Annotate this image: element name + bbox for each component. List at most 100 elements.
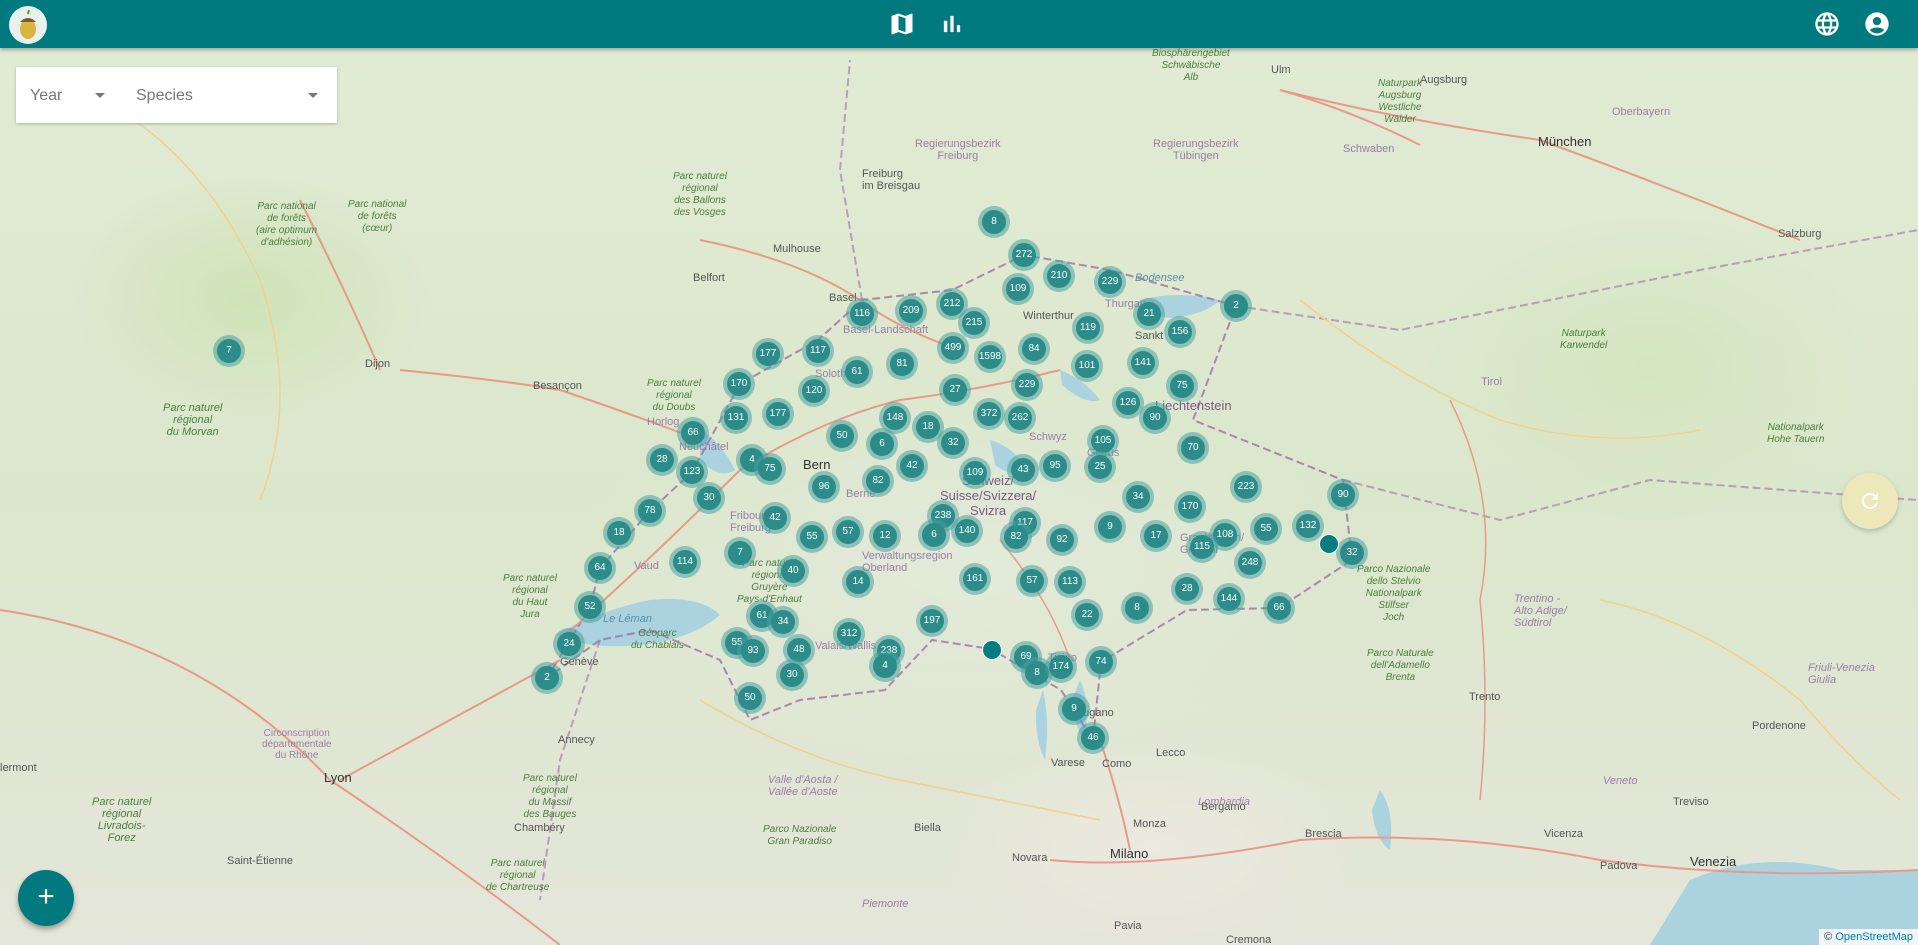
observation-cluster[interactable]: 96: [812, 475, 836, 499]
observation-cluster[interactable]: 132: [1296, 514, 1320, 538]
observation-cluster[interactable]: 82: [1004, 525, 1028, 549]
observation-cluster[interactable]: 109: [963, 461, 987, 485]
observation-cluster[interactable]: 81: [890, 352, 914, 376]
observation-cluster[interactable]: 70: [1181, 436, 1205, 460]
bar-chart-icon[interactable]: [938, 10, 966, 38]
observation-cluster[interactable]: 229: [1015, 373, 1039, 397]
observation-cluster[interactable]: 215: [962, 311, 986, 335]
observation-cluster[interactable]: 223: [1234, 475, 1258, 499]
observation-cluster[interactable]: 7: [217, 339, 241, 363]
osm-link[interactable]: OpenStreetMap: [1835, 931, 1913, 943]
observation-cluster[interactable]: 4: [873, 654, 897, 678]
observation-cluster[interactable]: 40: [781, 559, 805, 583]
observation-cluster[interactable]: 28: [1175, 577, 1199, 601]
observation-cluster[interactable]: 90: [1331, 483, 1355, 507]
year-select[interactable]: Year: [16, 67, 121, 123]
observation-cluster[interactable]: 140: [955, 519, 979, 543]
observation-cluster[interactable]: 74: [1089, 650, 1113, 674]
observation-cluster[interactable]: 50: [738, 686, 762, 710]
observation-cluster[interactable]: 57: [1020, 569, 1044, 593]
observation-cluster[interactable]: 78: [638, 499, 662, 523]
account-circle-icon[interactable]: [1863, 10, 1891, 38]
globe-icon[interactable]: [1813, 10, 1841, 38]
observation-cluster[interactable]: 25: [1088, 455, 1112, 479]
observation-cluster[interactable]: 113: [1058, 570, 1082, 594]
observation-cluster[interactable]: 312: [837, 622, 861, 646]
observation-cluster[interactable]: 126: [1116, 391, 1140, 415]
observation-cluster[interactable]: 48: [787, 638, 811, 662]
add-observation-button[interactable]: +: [18, 870, 74, 926]
observation-cluster[interactable]: 8: [1125, 596, 1149, 620]
observation-cluster[interactable]: 7: [728, 541, 752, 565]
observation-cluster[interactable]: 57: [836, 520, 860, 544]
observation-cluster[interactable]: 177: [756, 342, 780, 366]
observation-cluster[interactable]: 8: [1025, 661, 1049, 685]
observation-cluster[interactable]: 9: [1098, 515, 1122, 539]
observation-cluster[interactable]: 50: [830, 424, 854, 448]
observation-cluster[interactable]: 229: [1098, 270, 1122, 294]
observation-cluster[interactable]: 148: [883, 406, 907, 430]
observation-cluster[interactable]: 212: [940, 292, 964, 316]
observation-cluster[interactable]: 2: [1224, 294, 1248, 318]
observation-cluster[interactable]: 66: [1267, 596, 1291, 620]
observation-cluster[interactable]: 9: [1062, 697, 1086, 721]
observation-cluster[interactable]: 93: [741, 639, 765, 663]
observation-cluster[interactable]: 32: [1340, 541, 1364, 565]
observation-cluster[interactable]: 55: [800, 525, 824, 549]
observation-cluster[interactable]: 64: [588, 556, 612, 580]
observation-cluster[interactable]: 170: [727, 372, 751, 396]
observation-cluster[interactable]: 18: [607, 521, 631, 545]
observation-cluster[interactable]: 109: [1006, 277, 1030, 301]
observation-cluster[interactable]: 2: [535, 666, 559, 690]
observation-cluster[interactable]: 75: [1170, 374, 1194, 398]
observation-cluster[interactable]: 14: [846, 570, 870, 594]
observation-cluster[interactable]: 55: [1254, 517, 1278, 541]
observation-cluster[interactable]: 28: [650, 448, 674, 472]
observation-marker[interactable]: [982, 640, 1002, 660]
observation-marker[interactable]: [1319, 534, 1339, 554]
observation-cluster[interactable]: 17: [1144, 524, 1168, 548]
observation-cluster[interactable]: 123: [680, 460, 704, 484]
observation-cluster[interactable]: 43: [1011, 458, 1035, 482]
observation-cluster[interactable]: 27: [943, 378, 967, 402]
observation-cluster[interactable]: 116: [850, 302, 874, 326]
observation-cluster[interactable]: 46: [1081, 726, 1105, 750]
observation-cluster[interactable]: 52: [578, 595, 602, 619]
observation-cluster[interactable]: 197: [920, 609, 944, 633]
species-select[interactable]: Species: [121, 67, 337, 123]
observation-cluster[interactable]: 177: [766, 402, 790, 426]
observation-cluster[interactable]: 131: [724, 406, 748, 430]
observation-cluster[interactable]: 499: [941, 336, 965, 360]
observation-cluster[interactable]: 144: [1217, 587, 1241, 611]
observation-cluster[interactable]: 117: [806, 339, 830, 363]
observation-cluster[interactable]: 32: [941, 431, 965, 455]
observation-cluster[interactable]: 105: [1091, 429, 1115, 453]
observation-cluster[interactable]: 75: [758, 457, 782, 481]
observation-cluster[interactable]: 119: [1076, 316, 1100, 340]
observation-cluster[interactable]: 114: [673, 550, 697, 574]
observation-cluster[interactable]: 115: [1190, 535, 1214, 559]
observation-cluster[interactable]: 6: [922, 523, 946, 547]
observation-cluster[interactable]: 24: [557, 632, 581, 656]
observation-cluster[interactable]: 18: [916, 415, 940, 439]
observation-cluster[interactable]: 66: [681, 421, 705, 445]
observation-cluster[interactable]: 108: [1213, 523, 1237, 547]
observation-cluster[interactable]: 120: [802, 379, 826, 403]
refresh-button[interactable]: [1842, 473, 1898, 529]
observation-cluster[interactable]: 12: [873, 524, 897, 548]
observation-cluster[interactable]: 42: [763, 506, 787, 530]
observation-cluster[interactable]: 101: [1075, 354, 1099, 378]
observation-cluster[interactable]: 82: [866, 469, 890, 493]
observation-cluster[interactable]: 1598: [978, 345, 1002, 369]
observation-cluster[interactable]: 6: [870, 432, 894, 456]
observation-cluster[interactable]: 174: [1049, 655, 1073, 679]
observation-cluster[interactable]: 84: [1022, 337, 1046, 361]
observation-cluster[interactable]: 90: [1143, 406, 1167, 430]
observation-cluster[interactable]: 95: [1043, 454, 1067, 478]
observation-cluster[interactable]: 161: [963, 567, 987, 591]
observation-cluster[interactable]: 8: [982, 210, 1006, 234]
observation-cluster[interactable]: 262: [1008, 406, 1032, 430]
observation-cluster[interactable]: 34: [1126, 485, 1150, 509]
observation-cluster[interactable]: 141: [1131, 351, 1155, 375]
observation-cluster[interactable]: 156: [1168, 320, 1192, 344]
